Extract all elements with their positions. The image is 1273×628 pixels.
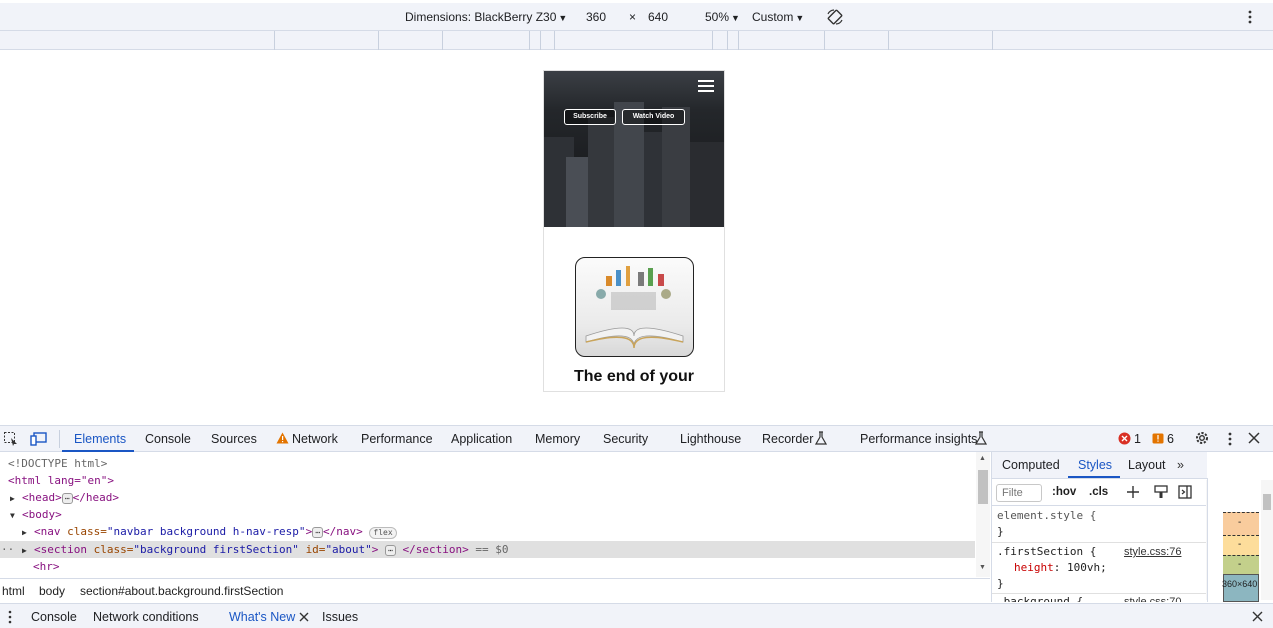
hero-section: Subscribe Watch Video xyxy=(544,71,724,227)
breadcrumb-section[interactable]: section#about.background.firstSection xyxy=(80,584,283,598)
styles-filter-row: Filte :hov .cls xyxy=(992,480,1207,506)
section-heading: The end of your xyxy=(574,368,694,385)
media-query-ruler[interactable] xyxy=(0,31,1273,50)
experiment-flask-icon xyxy=(814,431,828,448)
more-options-icon[interactable] xyxy=(1246,9,1254,28)
devtools-menu-icon[interactable] xyxy=(1226,431,1234,450)
warning-icon xyxy=(276,432,289,447)
drawer-tab-console[interactable]: Console xyxy=(31,610,77,624)
tab-computed[interactable]: Computed xyxy=(1002,458,1060,472)
emulated-viewport: Subscribe Watch Video The end of your xyxy=(0,50,1273,425)
rule-background-source[interactable]: style.css:70 xyxy=(1124,594,1181,602)
watch-video-button[interactable]: Watch Video xyxy=(622,109,685,125)
drawer-menu-icon[interactable] xyxy=(8,610,12,627)
box-model: - - - 360×640 xyxy=(1207,478,1273,602)
width-input[interactable]: 360 xyxy=(586,10,606,24)
box-border[interactable]: - xyxy=(1238,539,1241,550)
throttle-select[interactable]: Custom ▼ xyxy=(752,10,804,24)
styles-filter-input[interactable]: Filte xyxy=(996,484,1042,502)
boxmodel-scrollbar[interactable] xyxy=(1261,480,1273,600)
warning-count-icon[interactable] xyxy=(1152,433,1164,447)
rule-first-section-height[interactable]: height: 100vh; xyxy=(1014,560,1107,576)
tab-performance[interactable]: Performance xyxy=(361,432,433,446)
error-count-icon[interactable] xyxy=(1118,432,1131,448)
device-toggle-icon[interactable] xyxy=(30,431,48,450)
tab-lighthouse[interactable]: Lighthouse xyxy=(680,432,741,446)
close-whats-new-icon[interactable] xyxy=(299,611,309,625)
rule-first-section[interactable]: .firstSection { xyxy=(997,544,1096,560)
drawer-tab-whats-new[interactable]: What's New xyxy=(229,610,295,624)
tab-console[interactable]: Console xyxy=(145,432,191,446)
sidebar-toggle-icon[interactable] xyxy=(1178,485,1192,502)
breadcrumb-html[interactable]: html xyxy=(2,584,25,598)
breadcrumb-body[interactable]: body xyxy=(39,584,65,598)
height-input[interactable]: 640 xyxy=(648,10,668,24)
menu-icon[interactable] xyxy=(698,80,714,92)
rule-first-section-source[interactable]: style.css:76 xyxy=(1124,544,1181,560)
dom-head[interactable]: ▶ <head> ⋯ </head> xyxy=(10,489,119,506)
device-screen[interactable]: Subscribe Watch Video The end of your xyxy=(543,70,725,392)
box-content-size[interactable]: 360×640 xyxy=(1222,579,1257,589)
cls-toggle[interactable]: .cls xyxy=(1089,486,1108,498)
dom-nav[interactable]: ▶ <nav class="navbar background h-nav-res… xyxy=(22,523,397,540)
tab-application[interactable]: Application xyxy=(451,432,512,446)
subscribe-button[interactable]: Subscribe xyxy=(564,109,616,125)
drawer-tabbar: Console Network conditions What's New Is… xyxy=(0,603,1273,628)
tab-sources[interactable]: Sources xyxy=(211,432,257,446)
dom-body[interactable]: ▼ <body> xyxy=(10,506,62,523)
rule-background[interactable]: .background { xyxy=(997,594,1083,602)
tab-recorder[interactable]: Recorder xyxy=(762,432,813,446)
tab-memory[interactable]: Memory xyxy=(535,432,580,446)
error-count[interactable]: 1 xyxy=(1134,432,1141,446)
rotate-icon[interactable] xyxy=(826,8,844,29)
tab-network[interactable]: Network xyxy=(292,432,338,446)
box-margin[interactable]: - xyxy=(1238,517,1241,528)
elements-tree: <!DOCTYPE html> <html lang="en"> ▶ <head>… xyxy=(0,452,975,577)
rule-element-style-close: } xyxy=(997,525,1004,538)
elements-scrollbar[interactable]: ▲ ▼ xyxy=(976,452,990,577)
drawer-tab-network-conditions[interactable]: Network conditions xyxy=(93,610,199,624)
hov-toggle[interactable]: :hov xyxy=(1052,486,1076,498)
new-rule-icon[interactable] xyxy=(1126,485,1140,502)
zoom-select[interactable]: 50% ▼ xyxy=(705,10,740,24)
devtools-tabbar: Elements Console Sources Network Perform… xyxy=(0,425,1273,452)
warning-count[interactable]: 6 xyxy=(1167,432,1174,446)
dom-html[interactable]: <html lang="en"> xyxy=(8,472,114,489)
close-drawer-icon[interactable] xyxy=(1252,611,1263,625)
close-devtools-icon[interactable] xyxy=(1248,432,1260,447)
more-tabs-icon[interactable]: » xyxy=(1177,458,1184,472)
book-illustration xyxy=(575,257,694,357)
dom-doctype[interactable]: <!DOCTYPE html> xyxy=(8,455,107,472)
tab-styles[interactable]: Styles xyxy=(1078,458,1112,472)
device-select[interactable]: Dimensions: BlackBerry Z30 ▼ xyxy=(405,10,567,24)
device-toolbar: Dimensions: BlackBerry Z30 ▼ 360 × 640 50… xyxy=(0,3,1273,31)
tab-security[interactable]: Security xyxy=(603,432,648,446)
rule-element-style[interactable]: element.style { xyxy=(997,508,1096,524)
rule-first-section-close: } xyxy=(997,577,1004,590)
styles-tabbar: Computed Styles Layout » xyxy=(992,452,1207,479)
dom-hr[interactable]: <hr> xyxy=(33,558,60,575)
dom-section-selected[interactable]: ·· ▶ <section class="background firstSecti… xyxy=(0,541,975,558)
dimension-times: × xyxy=(629,10,637,24)
box-padding[interactable]: - xyxy=(1238,559,1241,570)
inspect-element-icon[interactable] xyxy=(3,431,19,450)
settings-gear-icon[interactable] xyxy=(1194,430,1210,449)
styles-pane: Computed Styles Layout » Filte :hov .cls… xyxy=(991,452,1207,602)
experiment-flask-icon-2 xyxy=(974,431,988,448)
paint-brush-icon[interactable] xyxy=(1154,485,1168,502)
breadcrumb: html body section#about.background.first… xyxy=(0,578,990,602)
drawer-tab-issues[interactable]: Issues xyxy=(322,610,358,624)
tab-elements[interactable]: Elements xyxy=(74,432,126,446)
tab-layout[interactable]: Layout xyxy=(1128,458,1166,472)
tab-performance-insights[interactable]: Performance insights xyxy=(860,432,977,446)
